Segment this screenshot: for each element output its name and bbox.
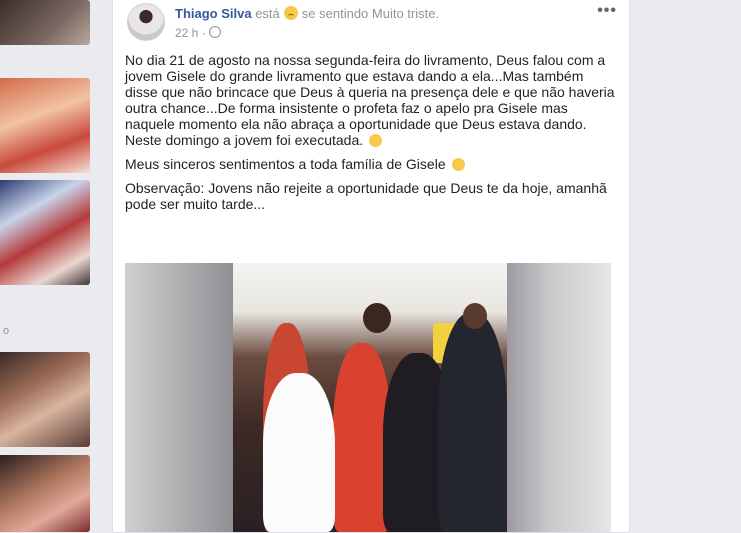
timestamp[interactable]: 22 h (175, 26, 198, 40)
globe-icon[interactable] (208, 26, 221, 38)
video-blur-left (125, 263, 233, 532)
post-header: Thiago Silva está se sentindo Muito trist… (175, 6, 439, 22)
thumbnail-image[interactable] (0, 180, 90, 285)
video-blur-right (507, 263, 611, 532)
person-head (363, 303, 391, 333)
post-card: Thiago Silva está se sentindo Muito trist… (112, 0, 630, 533)
post-paragraph: Observação: Jovens não rejeite a oportun… (125, 180, 607, 212)
post-paragraph: Meus sinceros sentimentos a toda família… (125, 156, 615, 172)
post-meta: 22 h · (175, 25, 221, 41)
more-options-icon[interactable]: ••• (597, 2, 617, 20)
sad-face-icon (283, 6, 298, 20)
post-text: No dia 21 de agosto na nossa segunda-fei… (125, 52, 615, 220)
avatar[interactable] (127, 3, 165, 41)
author-name[interactable]: Thiago Silva (175, 6, 252, 21)
sidebar-label: o (3, 325, 10, 337)
thumbnail-image[interactable] (0, 0, 90, 45)
left-thumbnail-column: o (0, 0, 93, 532)
thumbnail-image[interactable] (0, 455, 90, 532)
person-figure (263, 373, 335, 532)
person-head (463, 303, 487, 329)
video-frame[interactable] (233, 263, 507, 532)
activity-prefix: está (255, 6, 280, 21)
thumbnail-image[interactable] (0, 352, 90, 447)
person-figure (438, 313, 507, 532)
video-player[interactable] (125, 263, 611, 532)
thumbnail-image[interactable] (0, 78, 90, 173)
post-paragraph: No dia 21 de agosto na nossa segunda-fei… (125, 52, 615, 148)
relieved-face-icon (369, 134, 383, 147)
relieved-face-icon (451, 158, 465, 171)
feeling-text[interactable]: se sentindo Muito triste. (302, 6, 439, 21)
